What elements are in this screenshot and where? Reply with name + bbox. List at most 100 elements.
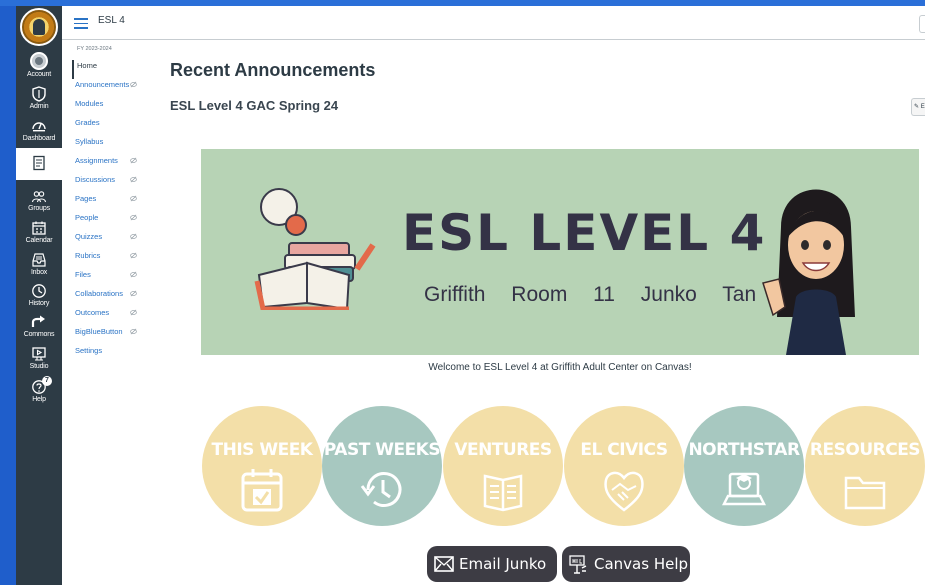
course-nav-quizzes[interactable]: Quizzes xyxy=(70,231,155,250)
welcome-message: Welcome to ESL Level 4 at Griffith Adult… xyxy=(428,362,692,373)
course-nav-rubrics[interactable]: Rubrics xyxy=(70,250,155,269)
northstar-button[interactable]: NORTHSTAR xyxy=(684,406,804,526)
banner-title: ESL LEVEL 4 xyxy=(402,204,767,262)
course-nav-outcomes[interactable]: Outcomes xyxy=(70,307,155,326)
course-navigation: FY 2023-2024 Home Announcements Modules … xyxy=(70,46,155,364)
course-nav-people[interactable]: People xyxy=(70,212,155,231)
nav-history[interactable]: History xyxy=(16,283,62,307)
nav-inbox-label: Inbox xyxy=(30,269,48,276)
hidden-eye-icon xyxy=(130,271,137,278)
school-logo[interactable] xyxy=(20,8,58,46)
course-nav-label: Settings xyxy=(75,346,103,355)
main-area: ESL 4 FY 2023-2024 Home Announcements Mo… xyxy=(62,6,925,585)
hidden-eye-icon xyxy=(130,252,137,259)
ventures-button[interactable]: VENTURES xyxy=(443,406,563,526)
course-nav-label: Syllabus xyxy=(75,137,104,146)
canvas-help-button[interactable]: Canvas Help xyxy=(562,546,690,582)
window-frame-left xyxy=(0,0,16,585)
nav-help[interactable]: 7 Help xyxy=(16,376,62,403)
nav-groups-label: Groups xyxy=(28,205,50,212)
email-junko-button[interactable]: Email Junko xyxy=(427,546,557,582)
calendar-icon xyxy=(32,221,46,235)
course-nav-label: Assignments xyxy=(75,156,118,165)
hamburger-menu-icon[interactable] xyxy=(74,18,88,29)
hidden-eye-icon xyxy=(130,157,137,164)
course-nav-label: Collaborations xyxy=(75,289,123,298)
course-nav-label: Outcomes xyxy=(75,308,110,317)
page-title: Recent Announcements xyxy=(170,60,376,80)
course-nav-assignments[interactable]: Assignments xyxy=(70,155,155,174)
nav-account[interactable]: Account xyxy=(16,52,62,78)
announcement-title[interactable]: ESL Level 4 GAC Spring 24 xyxy=(170,98,338,113)
hidden-eye-icon xyxy=(130,290,137,297)
circle-label: NORTHSTAR xyxy=(688,440,800,460)
help-sign-icon xyxy=(569,555,587,574)
course-nav-syllabus[interactable]: Syllabus xyxy=(70,136,155,155)
nav-admin[interactable]: Admin xyxy=(16,86,62,110)
course-nav-pages[interactable]: Pages xyxy=(70,193,155,212)
book-icon xyxy=(483,474,523,512)
course-nav-collaborations[interactable]: Collaborations xyxy=(70,288,155,307)
groups-icon xyxy=(31,191,47,203)
shield-icon xyxy=(32,86,46,102)
circle-label: PAST WEEKS xyxy=(323,440,441,460)
course-nav-announcements[interactable]: Announcements xyxy=(70,79,155,98)
course-nav-home[interactable]: Home xyxy=(72,60,155,79)
nav-calendar[interactable]: Calendar xyxy=(16,220,62,244)
global-navigation: Account Admin Dashboard Groups Calendar … xyxy=(16,6,62,585)
course-nav-label: Grades xyxy=(75,118,100,127)
course-nav-label: Announcements xyxy=(75,80,130,89)
circle-label: RESOURCES xyxy=(809,440,921,460)
courses-icon xyxy=(33,155,45,171)
course-banner: ESL LEVEL 4 Griffith Room 11 Junko Tan xyxy=(201,149,919,355)
course-nav-label: Modules xyxy=(75,99,104,108)
mail-icon xyxy=(434,556,454,572)
folder-icon xyxy=(844,476,886,510)
nav-admin-label: Admin xyxy=(29,103,49,110)
circle-label: VENTURES xyxy=(454,440,552,460)
calendar-check-icon xyxy=(241,469,283,512)
header-right-button[interactable] xyxy=(919,15,925,33)
hidden-eye-icon xyxy=(130,176,137,183)
course-nav-label: Files xyxy=(75,270,91,279)
dashboard-icon xyxy=(32,122,46,132)
course-nav-modules[interactable]: Modules xyxy=(70,98,155,117)
this-week-button[interactable]: THIS WEEK xyxy=(202,406,322,526)
email-junko-label: Email Junko xyxy=(459,555,547,573)
past-weeks-button[interactable]: PAST WEEKS xyxy=(322,406,442,526)
laptop-graduate-icon xyxy=(722,472,766,506)
course-nav-label: Quizzes xyxy=(75,232,103,241)
edit-button[interactable]: ✎ E xyxy=(911,98,925,116)
nav-courses[interactable] xyxy=(16,148,62,180)
resources-button[interactable]: RESOURCES xyxy=(805,406,925,526)
hidden-eye-icon xyxy=(130,233,137,240)
hidden-eye-icon xyxy=(130,195,137,202)
el-civics-button[interactable]: EL CIVICS xyxy=(564,406,684,526)
nav-calendar-label: Calendar xyxy=(25,237,53,244)
course-nav-discussions[interactable]: Discussions xyxy=(70,174,155,193)
nav-commons-label: Commons xyxy=(23,331,55,338)
nav-inbox[interactable]: Inbox xyxy=(16,252,62,276)
nav-commons[interactable]: Commons xyxy=(16,314,62,338)
course-nav-settings[interactable]: Settings xyxy=(70,345,155,364)
hidden-eye-icon xyxy=(130,328,137,335)
circle-label: THIS WEEK xyxy=(211,440,313,460)
nav-dashboard-label: Dashboard xyxy=(22,135,56,142)
course-nav-bigbluebutton[interactable]: BigBlueButton xyxy=(70,326,155,345)
course-nav-label: People xyxy=(75,213,99,222)
course-nav-grades[interactable]: Grades xyxy=(70,117,155,136)
circle-label: EL CIVICS xyxy=(580,440,668,460)
term-label: FY 2023-2024 xyxy=(77,46,112,52)
history-icon xyxy=(32,284,46,298)
inbox-icon xyxy=(32,253,46,267)
nav-dashboard[interactable]: Dashboard xyxy=(16,118,62,142)
course-nav-label: Discussions xyxy=(75,175,116,184)
nav-studio[interactable]: Studio xyxy=(16,346,62,370)
hidden-eye-icon xyxy=(130,81,137,88)
hidden-eye-icon xyxy=(130,214,137,221)
nav-account-label: Account xyxy=(27,71,51,78)
nav-groups[interactable]: Groups xyxy=(16,188,62,212)
course-nav-label: BigBlueButton xyxy=(75,327,123,336)
course-nav-files[interactable]: Files xyxy=(70,269,155,288)
breadcrumb-course[interactable]: ESL 4 xyxy=(98,15,125,26)
